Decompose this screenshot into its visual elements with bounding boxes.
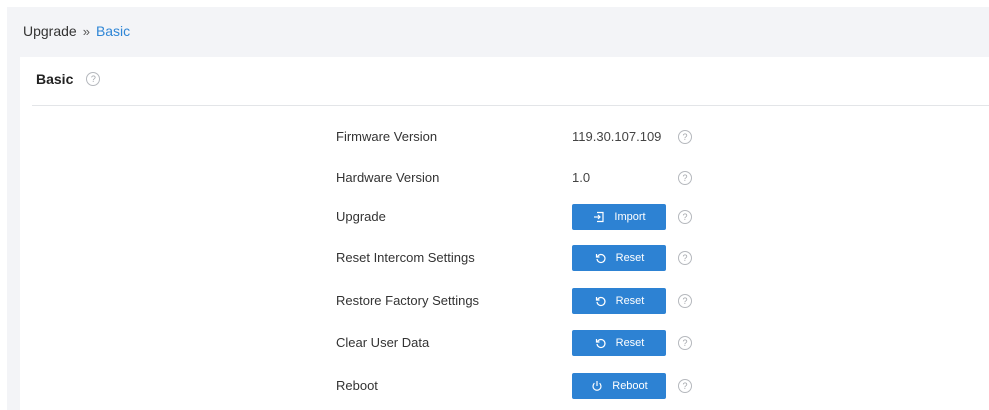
restore-factory-button-label: Reset [615,295,645,307]
help-icon[interactable]: ? [678,130,692,144]
reset-intercom-row: Reset Intercom Settings Reset ? [20,243,989,273]
breadcrumb: Upgrade » Basic [23,23,130,39]
help-icon[interactable]: ? [678,336,692,350]
clear-user-data-row: Clear User Data Reset ? [20,328,989,358]
help-icon[interactable]: ? [678,171,692,185]
help-icon[interactable]: ? [678,294,692,308]
firmware-version-row: Firmware Version 119.30.107.109 ? [20,122,989,152]
hardware-version-label: Hardware Version [336,170,440,185]
restore-factory-label: Restore Factory Settings [336,293,480,308]
restore-factory-button[interactable]: Reset [572,288,666,314]
reset-icon [594,294,608,308]
reboot-row: Reboot Reboot ? [20,371,989,401]
breadcrumb-parent[interactable]: Upgrade [23,23,77,39]
help-icon[interactable]: ? [86,72,101,86]
restore-factory-row: Restore Factory Settings Reset ? [20,286,989,316]
import-icon [592,210,606,224]
breadcrumb-separator: » [82,23,90,39]
hardware-version-row: Hardware Version 1.0 ? [20,163,989,193]
card-header: Basic ? [36,71,101,87]
power-icon [590,379,604,393]
firmware-version-label: Firmware Version [336,129,438,144]
reset-icon [594,251,608,265]
clear-user-data-button-label: Reset [615,337,645,349]
hardware-version-value: 1.0 [572,170,591,185]
clear-user-data-button[interactable]: Reset [572,330,666,356]
breadcrumb-current[interactable]: Basic [96,23,130,39]
reset-intercom-label: Reset Intercom Settings [336,250,475,265]
help-icon[interactable]: ? [678,251,692,265]
divider [32,105,989,106]
import-button[interactable]: Import [572,204,666,230]
reset-intercom-button[interactable]: Reset [572,245,666,271]
reboot-button[interactable]: Reboot [572,373,666,399]
basic-card: Basic ? Firmware Version 119.30.107.109 … [20,57,989,410]
upgrade-row: Upgrade Import ? [20,202,989,232]
reset-icon [594,336,608,350]
help-icon[interactable]: ? [678,210,692,224]
clear-user-data-label: Clear User Data [336,335,430,350]
reboot-button-label: Reboot [612,380,648,392]
page-background: Upgrade » Basic Basic ? Firmware Version… [7,7,989,410]
firmware-version-value: 119.30.107.109 [572,129,662,144]
card-title: Basic [36,71,74,87]
upgrade-label: Upgrade [336,209,386,224]
reset-intercom-button-label: Reset [615,252,645,264]
reboot-label: Reboot [336,378,378,393]
import-button-label: Import [614,211,646,223]
help-icon[interactable]: ? [678,379,692,393]
